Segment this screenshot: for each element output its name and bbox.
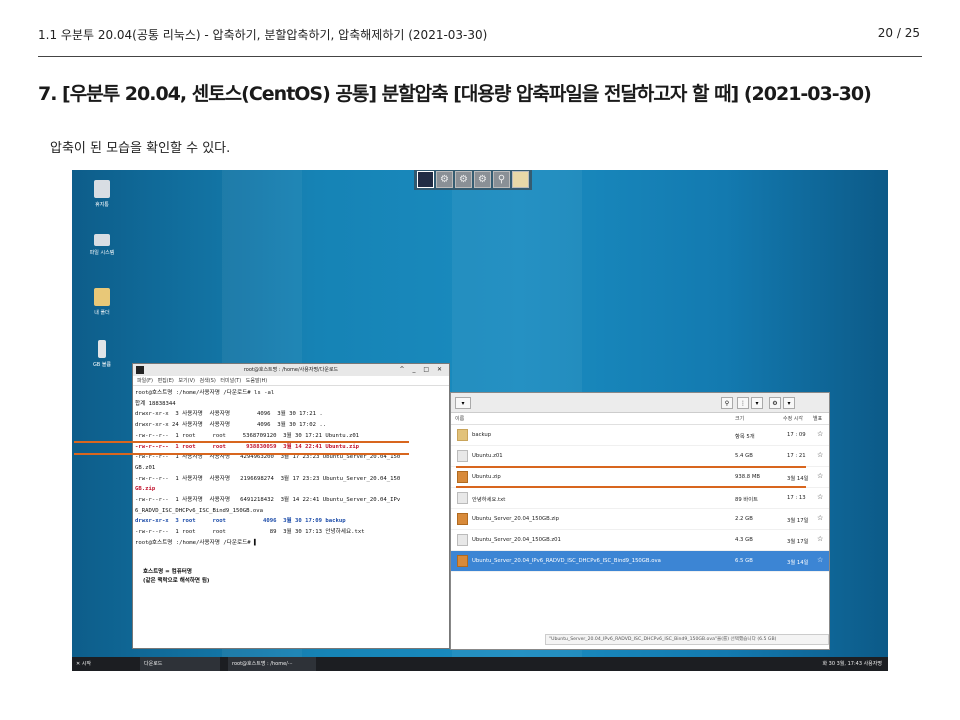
terminal-window[interactable]: root@호스트명 : /home/사용자명/다운로드 ^ _ □ ✕ 파일(F… [132, 363, 450, 649]
file-row[interactable]: Ubuntu.zip 938.8 MB 3월 14일 ☆ [451, 467, 829, 488]
file-icon [457, 534, 468, 546]
gear-icon[interactable]: ⚙ [436, 171, 453, 188]
terminal-line: -rw-r--r-- 1 사용자명 사용자명 6491218432 3월 14 … [135, 497, 401, 504]
desktop-screenshot: ⚙ ⚙ ⚙ ⚲ 휴지통 파일 시스템 내 폴더 GB 볼륨 root@호스트명 … [72, 170, 888, 671]
file-row-selected[interactable]: Ubuntu_Server_20.04_IPv6_RADVD_ISC_DHCPv… [451, 551, 829, 572]
star-icon[interactable]: ☆ [817, 430, 823, 438]
file-row[interactable]: Ubuntu_Server_20.04_150GB.zip 2.2 GB 3월 … [451, 509, 829, 530]
terminal-titlebar[interactable]: root@호스트명 : /home/사용자명/다운로드 ^ _ □ ✕ [133, 364, 449, 376]
desktop-icon-usb[interactable]: GB 볼륨 [82, 340, 122, 368]
desktop-icon-home[interactable]: 내 폴더 [82, 288, 122, 316]
archive-icon [457, 513, 468, 525]
highlight-marker [456, 466, 806, 468]
terminal-line: drwxr-xr-x 3 root root 4096 3월 30 17:09 … [135, 518, 346, 525]
column-name[interactable]: 이름 [455, 413, 464, 425]
star-icon[interactable]: ☆ [817, 514, 823, 522]
terminal-annotation: 호스트명 = 컴퓨터명 (같은 맥락으로 해석하면 됨) [143, 569, 210, 584]
folder-icon[interactable] [512, 171, 529, 188]
location-dropdown[interactable]: ▾ [455, 397, 471, 409]
terminal-line: 6_RADVD_ISC_DHCPv6_ISC_Bind9_150GB.ova [135, 507, 263, 514]
column-size[interactable]: 크기 [735, 413, 744, 425]
drive-icon [94, 234, 110, 246]
search-icon[interactable]: ⚲ [721, 397, 733, 409]
terminal-line: drwxr-xr-x 3 사용자명 사용자명 4096 3월 30 17:21 … [135, 411, 323, 418]
terminal-icon [136, 366, 144, 374]
file-manager-toolbar: ▾ ⚲ ⋮ ▾ ⚙ ▾ [451, 393, 829, 413]
file-row[interactable]: backup 항목 5개 17 : 09 ☆ [451, 425, 829, 446]
workspace-dock: ⚙ ⚙ ⚙ ⚲ [414, 170, 532, 190]
star-icon[interactable]: ☆ [817, 556, 823, 564]
highlight-marker [74, 453, 409, 455]
body-paragraph: 압축이 된 모습을 확인할 수 있다. [50, 141, 231, 156]
desktop-icon-trash[interactable]: 휴지통 [82, 180, 122, 208]
text-file-icon [457, 492, 468, 504]
terminal-line: drwxr-xr-x 24 사용자명 사용자명 4096 3월 30 17:02… [135, 422, 327, 429]
file-manager-window[interactable]: ▾ ⚲ ⋮ ▾ ⚙ ▾ 이름 크기 수정 시각 별표 backup 항목 5개 … [450, 392, 830, 650]
gear-icon[interactable]: ⚙ [769, 397, 781, 409]
terminal-line: root@호스트명 :/home/사용자명 /다운로드# ▌ [135, 539, 258, 546]
usb-drive-icon [98, 340, 106, 358]
terminal-line: root@호스트명 :/home/사용자명 /다운로드# ls -al [135, 390, 275, 396]
terminal-line: GB.z01 [135, 464, 156, 471]
star-icon[interactable]: ☆ [817, 451, 823, 459]
terminal-menubar[interactable]: 파일(F) 편집(E) 보기(V) 검색(S) 터미널(T) 도움말(H) [133, 376, 449, 386]
workspace-monitor-icon[interactable] [417, 171, 434, 188]
taskbar: ✕ 시작 다운로드 root@호스트명 : /home/··· 화 30 3월,… [72, 657, 888, 671]
window-controls[interactable]: ^ _ □ ✕ [400, 364, 445, 376]
terminal-line: 합계 18838344 [135, 400, 176, 407]
file-row[interactable]: 안녕하세요.txt 89 바이트 17 : 13 ☆ [451, 488, 829, 509]
taskbar-clock[interactable]: 화 30 3월, 17:43 사용자명 [822, 657, 882, 671]
file-row[interactable]: Ubuntu_Server_20.04_150GB.z01 4.3 GB 3월 … [451, 530, 829, 551]
star-icon[interactable]: ☆ [817, 493, 823, 501]
terminal-output[interactable]: root@호스트명 :/home/사용자명 /다운로드# ls -al 합계 1… [133, 386, 449, 551]
virtualbox-ova-icon [457, 555, 468, 567]
file-row[interactable]: Ubuntu.z01 5.4 GB 17 : 21 ☆ [451, 446, 829, 467]
desktop-icon-filesystem[interactable]: 파일 시스템 [82, 234, 122, 256]
terminal-line: -rw-r--r-- 1 root root 5368709120 3월 30 … [135, 432, 360, 439]
page-number: 20 / 25 [877, 26, 920, 40]
terminal-line: -rw-r--r-- 1 root root 938830059 3월 14 2… [135, 443, 360, 450]
start-menu-button[interactable]: ✕ 시작 [76, 657, 91, 671]
view-grid-icon[interactable]: ⋮ [737, 397, 749, 409]
taskbar-item-downloads[interactable]: 다운로드 [140, 657, 220, 671]
terminal-line: -rw-r--r-- 1 root root 89 3월 30 17:13 안녕… [135, 529, 365, 536]
chevron-down-icon[interactable]: ▾ [783, 397, 795, 409]
search-icon[interactable]: ⚲ [493, 171, 510, 188]
column-star[interactable]: 별표 [813, 413, 822, 425]
terminal-line: -rw-r--r-- 1 사용자명 사용자명 2196698274 3월 17 … [135, 475, 401, 482]
section-title: 7. [우분투 20.04, 센토스(CentOS) 공통] 분할압축 [대용량… [38, 83, 872, 105]
gear-icon[interactable]: ⚙ [474, 171, 491, 188]
document-page: 1.1 우분투 20.04(공통 리눅스) - 압축하기, 분할압축하기, 압축… [0, 0, 960, 720]
status-bar: "Ubuntu_Server_20.04_IPv6_RADVD_ISC_DHCP… [545, 634, 829, 645]
chevron-down-icon[interactable]: ▾ [751, 397, 763, 409]
folder-icon [457, 429, 468, 441]
gear-icon[interactable]: ⚙ [455, 171, 472, 188]
highlight-marker [456, 486, 806, 488]
taskbar-item-terminal[interactable]: root@호스트명 : /home/··· [228, 657, 316, 671]
archive-icon [457, 471, 468, 483]
home-folder-icon [94, 288, 110, 306]
header-divider [38, 56, 922, 57]
trash-icon [94, 180, 110, 198]
star-icon[interactable]: ☆ [817, 472, 823, 480]
column-date[interactable]: 수정 시각 [783, 413, 803, 425]
file-list-header: 이름 크기 수정 시각 별표 [451, 413, 829, 425]
highlight-marker [74, 441, 409, 443]
header-breadcrumb: 1.1 우분투 20.04(공통 리눅스) - 압축하기, 분할압축하기, 압축… [38, 28, 488, 42]
file-icon [457, 450, 468, 462]
terminal-line: GB.zip [135, 486, 156, 493]
star-icon[interactable]: ☆ [817, 535, 823, 543]
